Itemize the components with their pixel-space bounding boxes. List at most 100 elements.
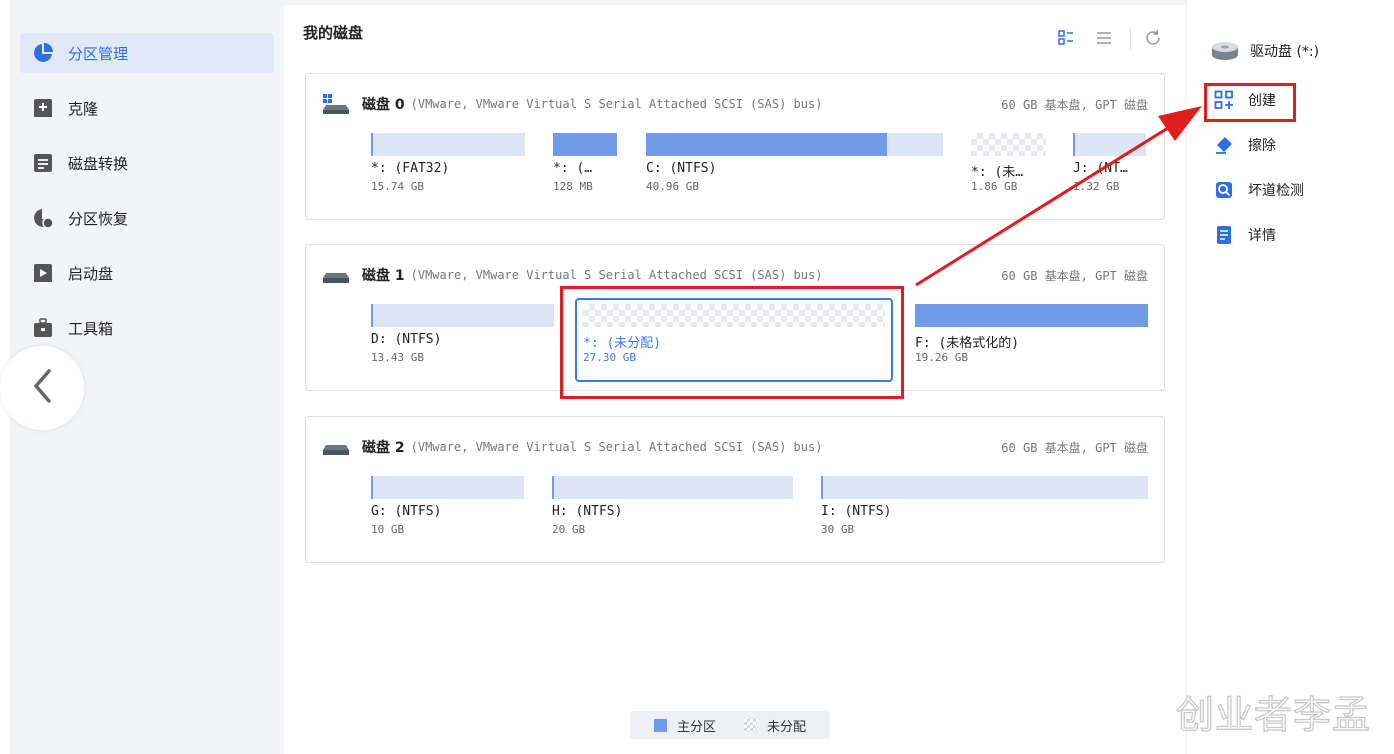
partition-name: H: (NTFS) (552, 504, 623, 519)
partition-bar (646, 133, 943, 156)
partition-c[interactable]: C: (NTFS) 40.96 GB (646, 133, 943, 195)
disk-icon (322, 436, 350, 458)
disk-description: (VMware, VMware Virtual S Serial Attache… (410, 268, 823, 282)
sidebar-item-label: 分区恢复 (68, 209, 129, 228)
surface-test-button[interactable]: 坏道检测 (1214, 180, 1304, 200)
disk-convert-icon (32, 152, 54, 174)
partition-bar (371, 476, 524, 499)
toolbox-icon (32, 317, 54, 339)
disk-name: 磁盘 1 (362, 268, 405, 284)
partition-size: 20 GB (552, 523, 586, 536)
drive-label-text: 驱动盘 (*:) (1250, 44, 1320, 60)
disk-card-0[interactable]: 磁盘 0 (VMware, VMware Virtual S Serial At… (305, 73, 1165, 220)
sidebar-nav: 分区管理 克隆 磁盘转换 分区恢复 启动盘 工具箱 (20, 33, 274, 363)
windows-disk-icon (322, 93, 350, 115)
surface-test-label: 坏道检测 (1248, 183, 1304, 199)
partition-f[interactable]: F: (未格式化的) 19.26 GB (915, 304, 1148, 366)
top-band (284, 0, 1186, 5)
disk-description: (VMware, VMware Virtual S Serial Attache… (410, 440, 823, 454)
sidebar-item-partition-recovery[interactable]: 分区恢复 (20, 198, 274, 238)
disk-name: 磁盘 0 (362, 97, 405, 113)
details-button[interactable]: 详情 (1214, 225, 1276, 245)
sidebar-item-label: 分区管理 (68, 44, 129, 63)
disk-name: 磁盘 2 (362, 440, 405, 456)
partition-legend: 主分区 未分配 (630, 711, 830, 739)
partition-size: 10 GB (371, 523, 405, 536)
drive-icon (1210, 40, 1240, 62)
refresh-icon[interactable] (1143, 28, 1163, 48)
erase-button[interactable]: 擦除 (1214, 135, 1276, 155)
toolbar-divider (1130, 28, 1131, 50)
highlight-box-create (1204, 83, 1296, 122)
disk-info: 60 GB 基本盘, GPT 磁盘 (1001, 441, 1148, 455)
page-title: 我的磁盘 (303, 24, 364, 42)
partition-msr[interactable]: *: (… 128 MB (553, 133, 617, 195)
partition-size: 1.86 GB (971, 180, 1018, 193)
view-toolbar (1056, 28, 1166, 50)
partition-size: 40.96 GB (646, 180, 699, 193)
sidebar-item-label: 工具箱 (68, 319, 114, 338)
partition-name: *: (FAT32) (371, 161, 450, 176)
partition-fat32[interactable]: *: (FAT32) 15.74 GB (371, 133, 525, 195)
details-label: 详情 (1248, 228, 1276, 244)
partition-j[interactable]: J: (NT… 1.32 GB (1073, 133, 1146, 195)
disk-info: 60 GB 基本盘, GPT 磁盘 (1001, 98, 1148, 112)
partition-bar (552, 476, 793, 499)
sidebar-item-label: 启动盘 (68, 264, 114, 283)
collapse-sidebar-button[interactable] (0, 346, 84, 430)
disk-icon (322, 264, 350, 286)
partition-bar (971, 133, 1046, 156)
partition-d[interactable]: D: (NTFS) 13.43 GB (371, 304, 554, 366)
partition-size: 1.32 GB (1073, 180, 1120, 193)
sidebar-item-label: 磁盘转换 (68, 154, 129, 173)
partition-name: *: (未… (971, 165, 1024, 180)
sidebar-item-boot-disk[interactable]: 启动盘 (20, 253, 274, 293)
partition-i[interactable]: I: (NTFS) 30 GB (821, 476, 1148, 538)
disk-info: 60 GB 基本盘, GPT 磁盘 (1001, 269, 1148, 283)
watermark: 创业者李孟 (1175, 692, 1372, 737)
partition-size: 19.26 GB (915, 351, 968, 364)
legend-unallocated-label: 未分配 (767, 719, 807, 735)
highlight-box-unallocated (560, 286, 904, 399)
partition-size: 15.74 GB (371, 180, 424, 193)
sidebar-item-toolbox[interactable]: 工具箱 (20, 308, 274, 348)
grid-view-icon[interactable] (1056, 28, 1076, 48)
details-icon (1214, 225, 1234, 245)
partition-h[interactable]: H: (NTFS) 20 GB (552, 476, 793, 538)
partition-name: F: (未格式化的) (915, 336, 1020, 351)
erase-label: 擦除 (1248, 138, 1276, 154)
partition-size: 13.43 GB (371, 351, 424, 364)
partition-size: 128 MB (553, 180, 593, 193)
partition-recovery-icon (32, 207, 54, 229)
partition-bar (1073, 133, 1146, 156)
partition-bar (915, 304, 1148, 327)
sidebar-item-label: 克隆 (68, 99, 99, 118)
clone-icon (32, 97, 54, 119)
chevron-left-icon (31, 368, 53, 408)
partition-bar (821, 476, 1148, 499)
selected-drive-label: 驱动盘 (*:) (1210, 40, 1319, 62)
disk-card-2[interactable]: 磁盘 2 (VMware, VMware Virtual S Serial At… (305, 416, 1165, 563)
surface-test-icon (1214, 180, 1234, 200)
eraser-icon (1214, 135, 1234, 155)
sidebar-item-clone[interactable]: 克隆 (20, 88, 274, 128)
partition-name: G: (NTFS) (371, 504, 442, 519)
sidebar-item-partition-manager[interactable]: 分区管理 (20, 33, 274, 73)
boot-disk-icon (32, 262, 54, 284)
partition-bar (371, 304, 554, 327)
primary-partition-swatch (653, 718, 667, 732)
unallocated-swatch (744, 718, 757, 732)
disk-description: (VMware, VMware Virtual S Serial Attache… (410, 97, 823, 111)
partition-name: D: (NTFS) (371, 332, 442, 347)
sidebar-item-disk-convert[interactable]: 磁盘转换 (20, 143, 274, 183)
legend-primary-label: 主分区 (676, 719, 716, 735)
partition-name: I: (NTFS) (821, 504, 892, 519)
partition-g[interactable]: G: (NTFS) 10 GB (371, 476, 524, 538)
partition-unallocated[interactable]: *: (未… 1.86 GB (971, 133, 1046, 195)
pie-chart-icon (32, 42, 54, 64)
partition-name: *: (… (553, 161, 593, 176)
partition-name: C: (NTFS) (646, 161, 717, 176)
list-view-icon[interactable] (1094, 28, 1114, 48)
partition-bar (371, 133, 525, 156)
partition-size: 30 GB (821, 523, 855, 536)
